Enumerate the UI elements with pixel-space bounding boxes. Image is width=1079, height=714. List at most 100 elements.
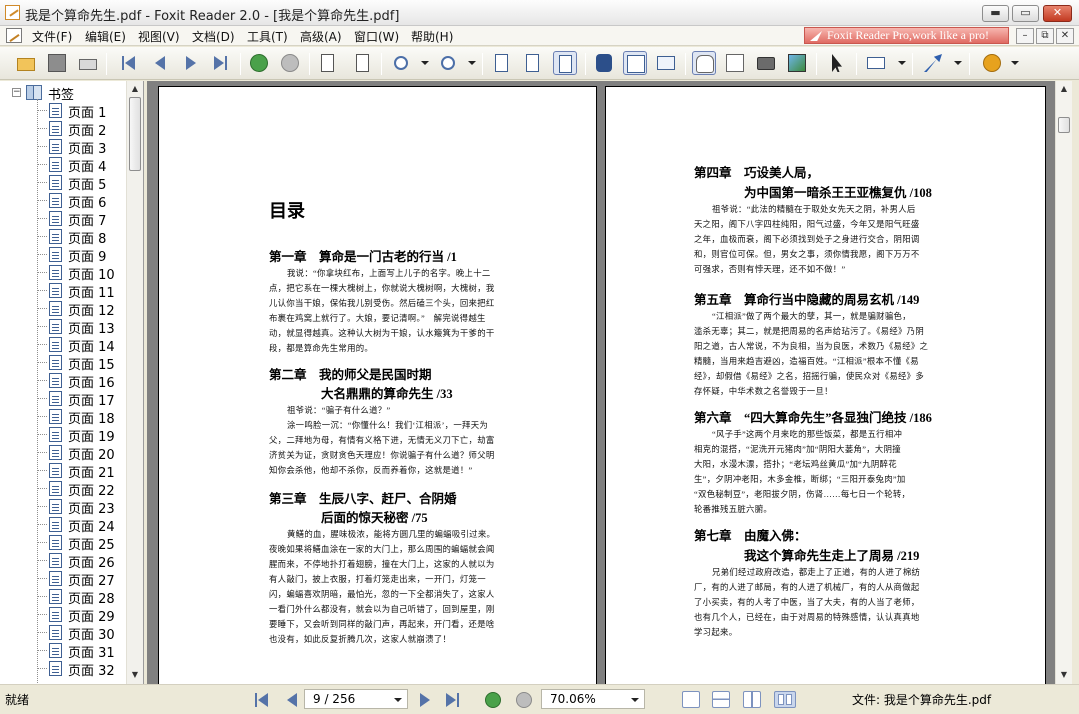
thumbnail-icon[interactable] (654, 51, 678, 75)
doc-scroll-down-icon[interactable]: ▼ (1058, 669, 1070, 681)
bookmark-item[interactable]: 页面 27 (37, 569, 126, 589)
zoom-dropdown-icon[interactable] (631, 698, 639, 702)
back-icon[interactable] (247, 51, 271, 75)
menu-edit[interactable]: 编辑(E) (85, 28, 126, 45)
status-back-icon[interactable] (485, 692, 501, 708)
menu-tools[interactable]: 工具(T) (247, 28, 288, 45)
doc-close-button[interactable]: ✕ (1056, 28, 1074, 44)
menu-file[interactable]: 文件(F) (32, 28, 72, 45)
doc-restore-button[interactable]: ⧉ (1036, 28, 1054, 44)
hand-tool-icon[interactable] (692, 51, 716, 75)
last-page-icon[interactable] (209, 51, 233, 75)
rotate-ccw-icon[interactable] (317, 51, 341, 75)
next-page-icon[interactable] (178, 51, 202, 75)
typewriter-dropdown-icon[interactable] (898, 61, 906, 65)
status-forward-icon[interactable] (516, 692, 532, 708)
bookmark-item[interactable]: 页面 22 (37, 479, 126, 499)
collapse-icon[interactable]: − (12, 88, 21, 97)
bookmark-item[interactable]: 页面 17 (37, 389, 126, 409)
arrow-tool-icon[interactable] (921, 51, 945, 75)
bookmark-item[interactable]: 页面 29 (37, 605, 126, 625)
print-icon[interactable] (76, 51, 100, 75)
help-icon[interactable] (980, 51, 1004, 75)
continuous-facing-layout-icon[interactable] (774, 691, 796, 708)
sidebar-scroll-thumb[interactable] (129, 97, 141, 171)
bookmark-item[interactable]: 页面 4 (37, 155, 126, 175)
doc-scroll-up-icon[interactable]: ▲ (1058, 83, 1070, 95)
bookmark-item[interactable]: 页面 13 (37, 317, 126, 337)
document-icon[interactable] (6, 28, 22, 43)
status-prev-page-icon[interactable] (285, 693, 301, 707)
bookmark-item[interactable]: 页面 12 (37, 299, 126, 319)
bookmark-item[interactable]: 页面 18 (37, 407, 126, 427)
bookmark-item[interactable]: 页面 32 (37, 659, 126, 679)
status-first-page-icon[interactable] (255, 693, 271, 707)
scroll-up-icon[interactable]: ▲ (129, 83, 141, 95)
save-icon[interactable] (45, 51, 69, 75)
zoom-out-dropdown-icon[interactable] (421, 61, 429, 65)
find-icon[interactable] (592, 51, 616, 75)
scroll-down-icon[interactable]: ▼ (129, 669, 141, 681)
menu-document[interactable]: 文档(D) (192, 28, 235, 45)
bookmark-item[interactable]: 页面 2 (37, 119, 126, 139)
select-arrow-icon[interactable] (825, 51, 849, 75)
bookmark-item[interactable]: 页面 21 (37, 461, 126, 481)
menu-window[interactable]: 窗口(W) (354, 28, 399, 45)
zoom-out-icon[interactable] (390, 51, 414, 75)
sidebar-scrollbar[interactable]: ▲ ▼ (126, 81, 143, 684)
arrow-tool-dropdown-icon[interactable] (954, 61, 962, 65)
forward-icon[interactable] (278, 51, 302, 75)
maximize-button[interactable]: ▭ (1012, 5, 1039, 22)
text-select-icon[interactable] (723, 51, 747, 75)
document-scroll-thumb[interactable] (1058, 117, 1070, 133)
close-button[interactable]: ✕ (1043, 5, 1072, 22)
bookmark-item[interactable]: 页面 1 (37, 101, 126, 121)
bookmark-item[interactable]: 页面 14 (37, 335, 126, 355)
bookmark-item[interactable]: 页面 24 (37, 515, 126, 535)
status-next-page-icon[interactable] (418, 693, 434, 707)
image-icon[interactable] (785, 51, 809, 75)
bookmark-item[interactable]: 页面 9 (37, 245, 126, 265)
bookmark-item[interactable]: 页面 5 (37, 173, 126, 193)
menu-help[interactable]: 帮助(H) (411, 28, 453, 45)
bookmark-item[interactable]: 页面 25 (37, 533, 126, 553)
bookmark-item[interactable]: 页面 11 (37, 281, 126, 301)
typewriter-icon[interactable] (864, 51, 888, 75)
status-last-page-icon[interactable] (446, 693, 462, 707)
bookmark-item[interactable]: 页面 28 (37, 587, 126, 607)
zoom-in-dropdown-icon[interactable] (468, 61, 476, 65)
open-icon[interactable] (14, 51, 38, 75)
document-scrollbar[interactable]: ▲ ▼ (1055, 81, 1072, 684)
bookmark-item[interactable]: 页面 19 (37, 425, 126, 445)
bookmark-item[interactable]: 页面 10 (37, 263, 126, 283)
bookmark-item[interactable]: 页面 8 (37, 227, 126, 247)
bookmark-item[interactable]: 页面 7 (37, 209, 126, 229)
page-number-field[interactable]: 9 / 256 (304, 689, 408, 709)
fit-page-icon[interactable] (521, 51, 545, 75)
menu-advanced[interactable]: 高级(A) (300, 28, 342, 45)
bookmark-item[interactable]: 页面 31 (37, 641, 126, 661)
bookmark-item[interactable]: 页面 26 (37, 551, 126, 571)
rotate-cw-icon[interactable] (349, 51, 373, 75)
help-dropdown-icon[interactable] (1011, 61, 1019, 65)
bookmark-item[interactable]: 页面 6 (37, 191, 126, 211)
single-page-layout-icon[interactable] (682, 691, 700, 708)
pro-promo-banner[interactable]: Foxit Reader Pro,work like a pro! (804, 27, 1009, 44)
facing-layout-icon[interactable] (743, 691, 761, 708)
doc-minimize-button[interactable]: – (1016, 28, 1034, 44)
zoom-field[interactable]: 70.06% (541, 689, 645, 709)
bookmark-item[interactable]: 页面 20 (37, 443, 126, 463)
bookmark-item[interactable]: 页面 16 (37, 371, 126, 391)
bookmarks-panel-icon[interactable] (623, 51, 647, 75)
zoom-in-icon[interactable] (437, 51, 461, 75)
snapshot-icon[interactable] (754, 51, 778, 75)
prev-page-icon[interactable] (148, 51, 172, 75)
document-view[interactable]: 目录 第一章 算命是一门古老的行当 /1 我说：“你拿块红布，上面写上儿子的名字… (147, 81, 1055, 684)
fit-width-icon[interactable] (553, 51, 577, 75)
bookmark-item[interactable]: 页面 15 (37, 353, 126, 373)
continuous-layout-icon[interactable] (712, 691, 730, 708)
menu-view[interactable]: 视图(V) (138, 28, 180, 45)
page-dropdown-icon[interactable] (394, 698, 402, 702)
bookmark-item[interactable]: 页面 3 (37, 137, 126, 157)
bookmark-item[interactable]: 页面 23 (37, 497, 126, 517)
